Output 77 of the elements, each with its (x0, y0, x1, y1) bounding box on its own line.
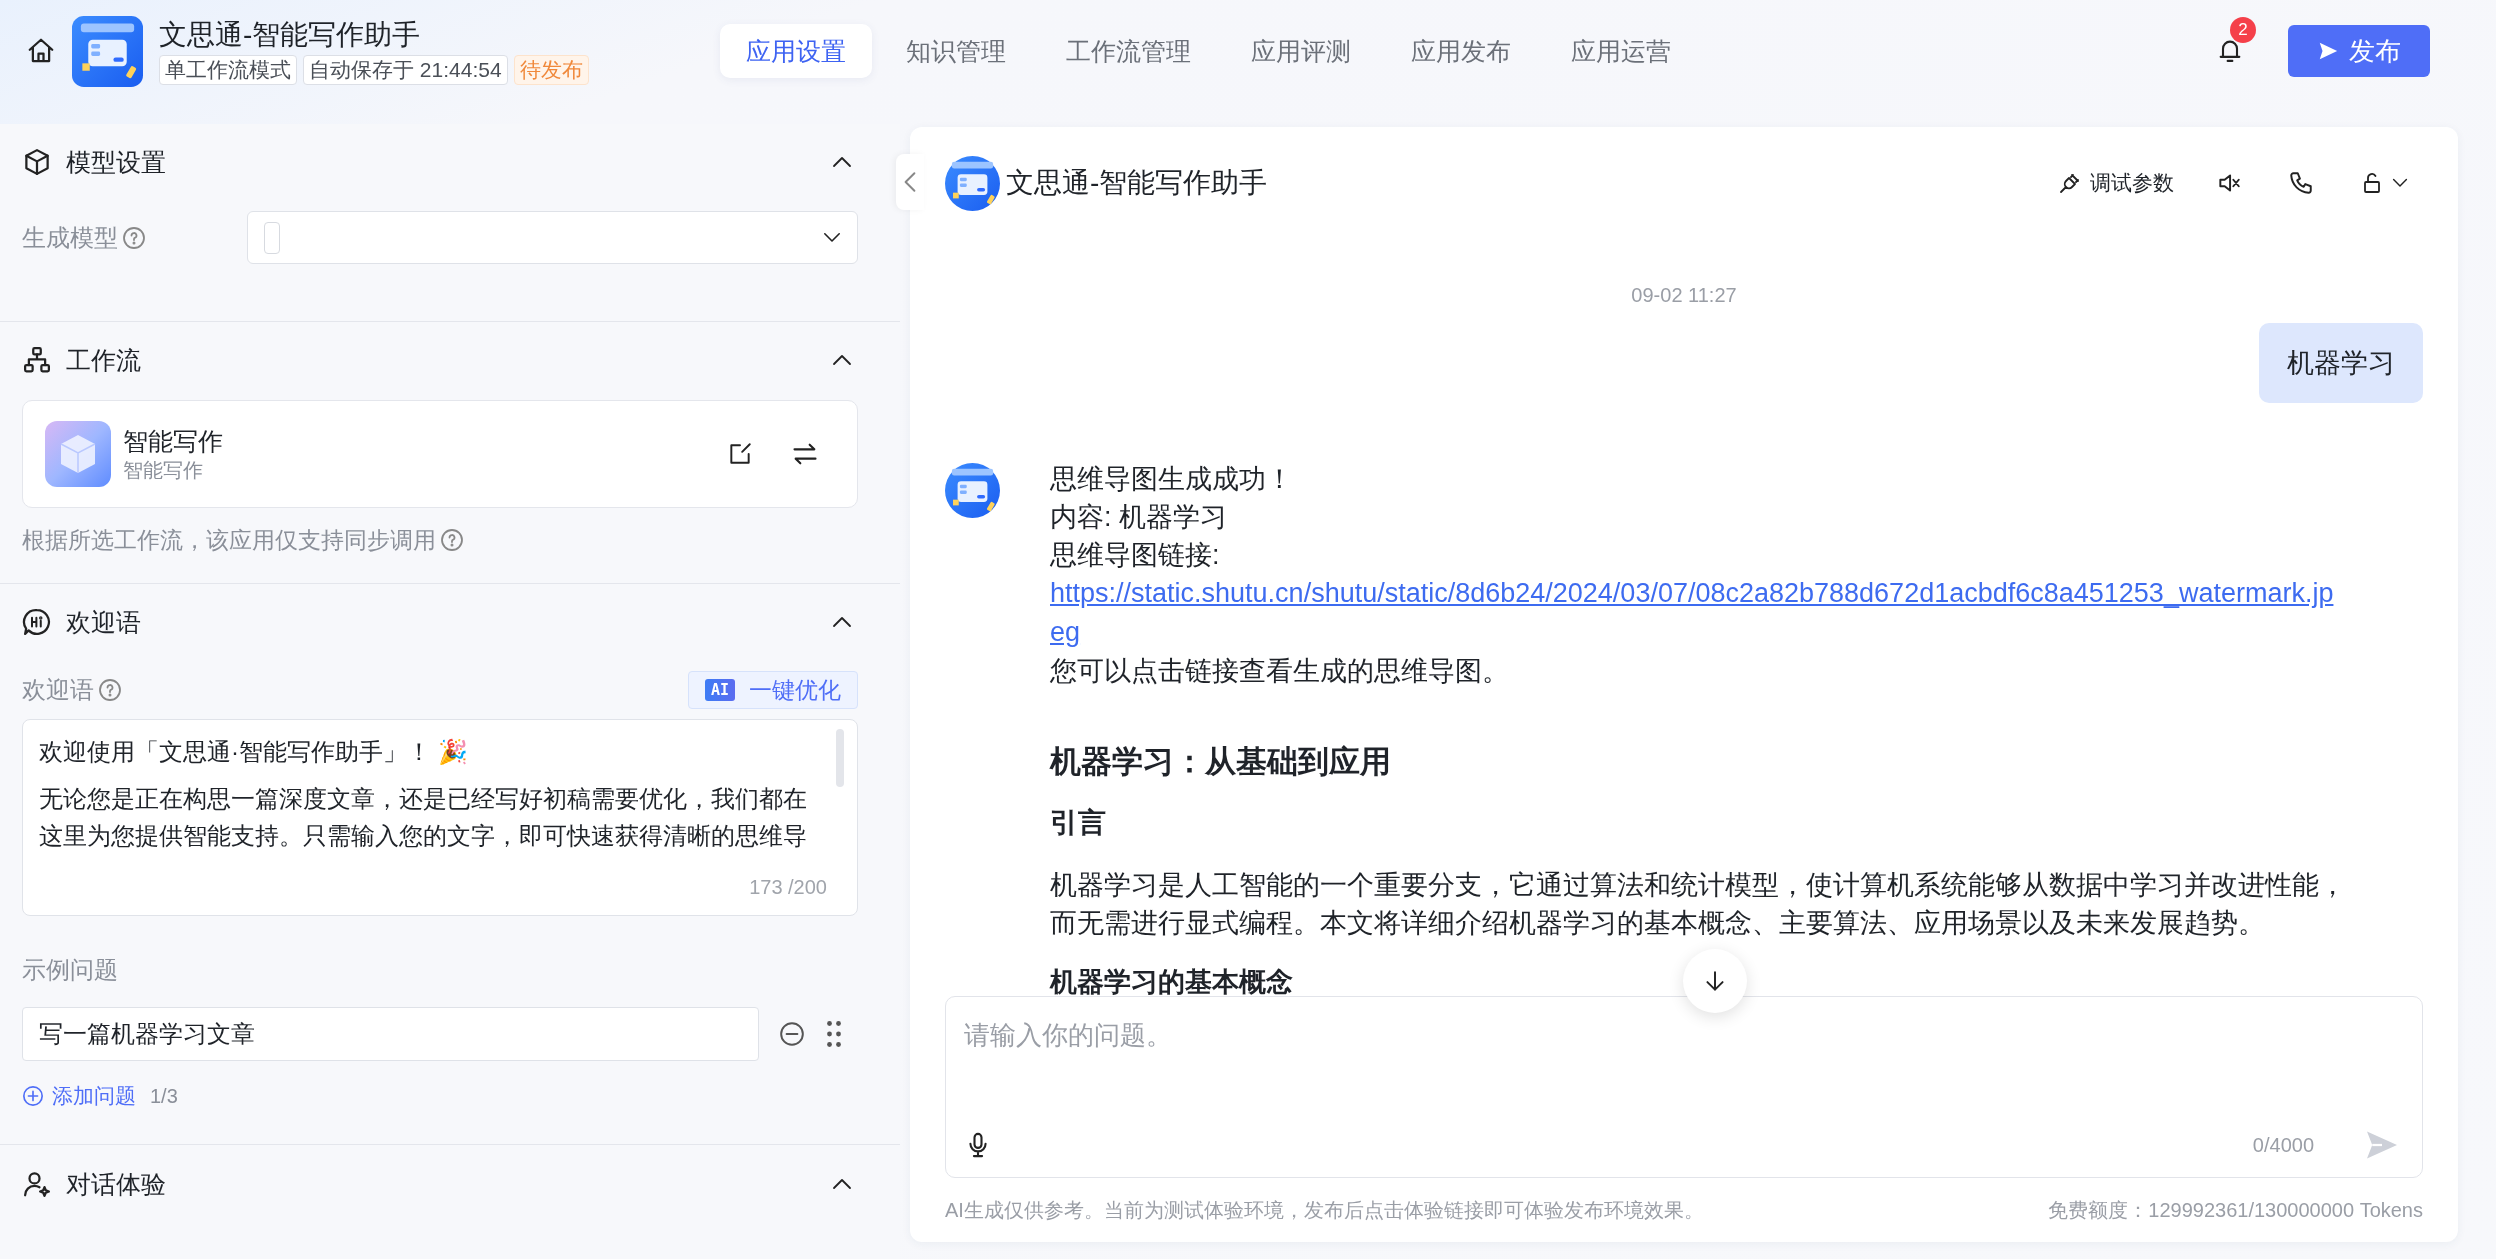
timestamp: 09-02 11:27 (1630, 283, 1738, 308)
character-counter: 173 /200 (749, 876, 827, 898)
phone-icon[interactable] (2288, 170, 2314, 196)
cube-app-icon (45, 421, 111, 487)
chevron-up-icon[interactable] (832, 156, 852, 168)
message-text: 您可以点击链接查看生成的思维导图。 (1050, 655, 1510, 688)
app-logo-icon (72, 15, 143, 87)
model-icon (264, 221, 280, 254)
nav-tab[interactable]: 应用运营 (1545, 24, 1697, 78)
message-text: 思维导图生成成功！ (1050, 463, 1294, 496)
remove-icon[interactable] (779, 1021, 805, 1047)
input-counter: 0/4000 (2252, 1133, 2314, 1157)
section-title: 对话体验 (66, 1168, 166, 1200)
workflow-icon (22, 345, 52, 375)
nav-tab[interactable]: 工作流管理 (1040, 24, 1217, 78)
chevron-up-icon[interactable] (832, 354, 852, 366)
token-quota: 免费额度：129992361/130000000 Tokens (2048, 1197, 2423, 1223)
workflow-subtitle: 智能写作 (123, 458, 204, 483)
article-heading: 机器学习的基本概念 (1050, 966, 1293, 996)
greeting-text: 欢迎使用「文思通·智能写作助手」！ 🎉 (39, 737, 469, 767)
chevron-down-icon[interactable] (2392, 178, 2408, 188)
scrollbar (836, 729, 844, 787)
mindmap-link[interactable]: https://static.shutu.cn/shutu/static/8d6b24/2024/03/07/08c2a82b788d672d1acbdf6c8a451253_watermark.jpeg (1050, 574, 2340, 652)
app-title: 文思通-智能写作助手 (159, 18, 422, 52)
user-sparkle-icon (22, 1169, 52, 1199)
example-question-field[interactable]: 写一篇机器学习文章 (22, 1007, 759, 1061)
field-label: 欢迎语 (22, 675, 94, 705)
edit-icon[interactable] (727, 441, 753, 467)
cube-icon (22, 147, 52, 177)
chevron-down-icon[interactable] (823, 232, 841, 243)
chat-title: 文思通-智能写作助手 (1006, 166, 1268, 200)
add-question-button[interactable]: 添加问题 (22, 1082, 136, 1110)
debug-params-button[interactable]: 调试参数 (2058, 169, 2174, 197)
collapse-button[interactable] (896, 154, 924, 210)
status-badge: 待发布 (513, 55, 589, 85)
optimize-button[interactable]: AI 一键优化 (687, 671, 858, 709)
hi-bubble-icon (22, 607, 52, 637)
chevron-up-icon[interactable] (832, 1178, 852, 1190)
field-label: 生成模型 (22, 222, 118, 253)
section-title: 工作流 (66, 344, 141, 376)
chevron-left-icon (903, 171, 917, 193)
chat-avatar-icon (945, 155, 1000, 211)
welcome-paragraph: 无论您是正在构思一篇深度文章，还是已经写好初稿需要优化，我们都在这里为您提供智能支持。只需输入您的文字，即可快速获得清晰的思维导 (39, 784, 808, 851)
plug-icon (2058, 171, 2082, 195)
welcome-message-field[interactable]: 欢迎使用「文思通·智能写作助手」！ 🎉 无论您是正在构思一篇深度文章，还是已经写好初稿需要优化，我们都在这里为您提供智能支持。只需输入您的文字，即可快速获得清晰的思维导 173 /200 (22, 719, 858, 916)
article-paragraph: 机器学习是人工智能的一个重要分支，它通过算法和统计模型，使计算机系统能够从数据中学习并改进性能，而无需进行显式编程。本文将详细介绍机器学习的基本概念、主要算法、应用场景以及未来发展趋势。 (1050, 869, 2347, 940)
help-icon (440, 528, 464, 552)
workflow-name: 智能写作 (123, 426, 223, 457)
chat-input-field[interactable]: 请输入你的问题。 (964, 1015, 2400, 1055)
bot-avatar-icon (945, 463, 1000, 518)
info-tag: 自动保存于 21:44:54 (303, 55, 508, 85)
message-text: 内容: 机器学习 (1050, 501, 1228, 534)
question-count: 1/3 (150, 1084, 178, 1108)
publish-button[interactable]: 发布 (2288, 25, 2430, 77)
disclaimer-text: AI生成仅供参考。当前为测试体验环境，发布后点击体验链接即可体验发布环境效果。 (945, 1197, 1704, 1223)
drag-handle-icon[interactable] (825, 1019, 843, 1049)
workflow-card[interactable]: 智能写作 智能写作 (22, 400, 858, 508)
nav-tab[interactable]: 应用发布 (1385, 24, 1537, 78)
article-title: 机器学习：从基础到应用 (1050, 743, 1392, 781)
send-icon (2317, 40, 2339, 62)
help-icon (98, 678, 122, 702)
notification-badge: 2 (2230, 17, 2256, 43)
workflow-note: 根据所选工作流，该应用仅支持同步调用 (22, 526, 436, 555)
help-icon (122, 225, 146, 250)
nav-tab[interactable]: 应用评测 (1225, 24, 1377, 78)
message-text: 思维导图链接: (1050, 539, 1221, 572)
section-title: 模型设置 (66, 146, 166, 178)
nav-tab[interactable]: 应用设置 (720, 24, 872, 78)
examples-label: 示例问题 (22, 955, 119, 985)
plus-circle-icon (22, 1085, 44, 1107)
info-tag: 单工作流模式 (159, 55, 297, 85)
article-heading: 引言 (1050, 806, 1107, 840)
nav-tab[interactable]: 知识管理 (880, 24, 1032, 78)
section-title: 欢迎语 (66, 606, 141, 638)
ai-badge: AI (704, 679, 735, 701)
user-message: 机器学习 (2259, 323, 2423, 403)
chevron-up-icon[interactable] (832, 616, 852, 628)
